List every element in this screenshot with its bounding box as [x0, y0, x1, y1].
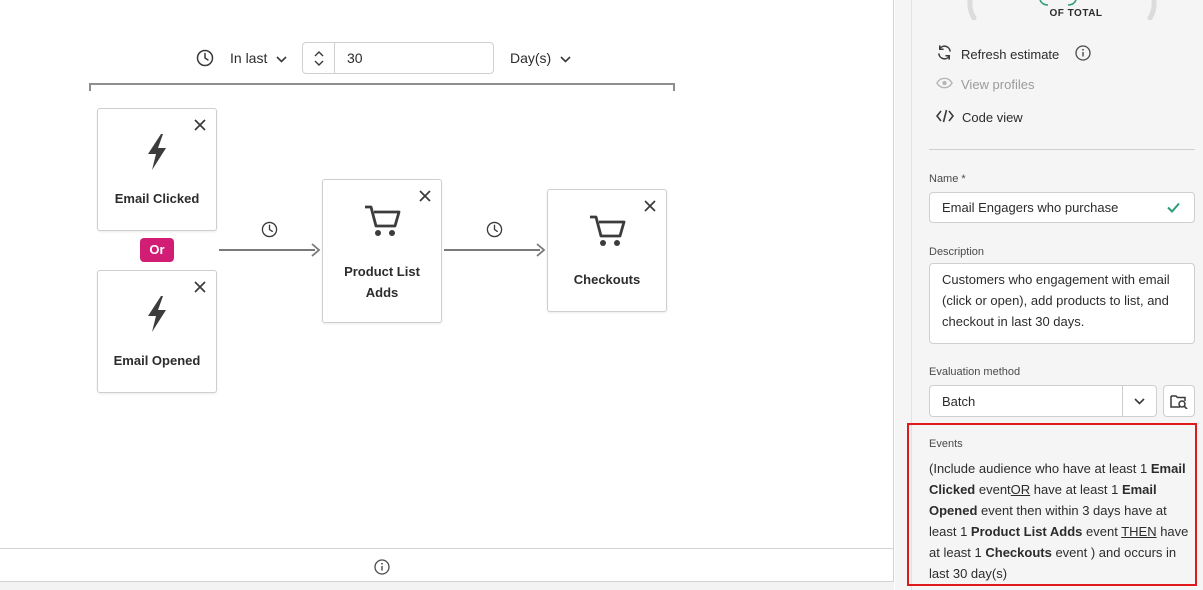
event-card-label-line1: Product List [344, 264, 420, 279]
time-unit-label: Day(s) [510, 50, 552, 66]
event-card-product-list-adds[interactable]: Product List Adds [322, 179, 442, 323]
code-view-button[interactable]: Code view [935, 109, 1023, 126]
events-text-part: (Include audience who have at least 1 [929, 461, 1151, 476]
chevron-down-icon [560, 50, 571, 66]
close-icon[interactable] [643, 199, 657, 213]
close-icon[interactable] [418, 189, 432, 203]
time-unit-picker[interactable]: Day(s) [510, 50, 571, 66]
events-label: Events [929, 438, 963, 450]
gauge-caption: OF TOTAL [1049, 8, 1103, 19]
or-operator-badge[interactable]: Or [140, 238, 174, 262]
events-event-name: Product List Adds [970, 524, 1083, 539]
lightning-icon [98, 295, 216, 338]
clock-icon[interactable] [261, 221, 278, 243]
event-card-label-line2: Adds [365, 285, 399, 300]
view-profiles-label: View profiles [961, 77, 1035, 92]
name-label: Name * [929, 173, 966, 185]
close-icon[interactable] [193, 280, 207, 294]
cart-icon [548, 214, 666, 253]
event-card-label: Email Clicked [114, 191, 200, 206]
event-card-label: Checkouts [573, 272, 641, 287]
canvas-scroll-area [0, 582, 894, 590]
name-value: Email Engagers who purchase [942, 200, 1119, 215]
event-card-email-opened[interactable]: Email Opened [97, 270, 217, 393]
chevron-down-icon[interactable] [1122, 386, 1156, 416]
event-card-email-clicked[interactable]: Email Clicked [97, 108, 217, 231]
cart-icon [323, 204, 441, 243]
arrowhead-icon [311, 243, 321, 257]
refresh-icon [936, 44, 953, 64]
stepper-icon[interactable] [303, 43, 335, 73]
clock-icon [194, 47, 216, 69]
close-icon[interactable] [193, 118, 207, 132]
clock-icon[interactable] [486, 221, 503, 243]
time-mode-label: In last [230, 50, 268, 66]
time-constraint-row: In last [194, 42, 287, 74]
sequence-bracket [89, 83, 675, 91]
view-profiles-button[interactable]: View profiles [936, 77, 1034, 92]
sequence-connector [219, 249, 315, 251]
events-event-name: Checkouts [985, 545, 1052, 560]
description-value: Customers who engagement with email (cli… [942, 272, 1170, 329]
info-icon[interactable] [1075, 45, 1091, 66]
arrowhead-icon [536, 243, 546, 257]
events-description: (Include audience who have at least 1 Em… [929, 458, 1195, 584]
sequence-connector [444, 249, 540, 251]
events-operator: THEN [1121, 524, 1157, 539]
eye-icon [936, 77, 953, 92]
code-icon [935, 109, 955, 126]
events-text-part: have at least 1 [1030, 482, 1122, 497]
evaluation-method-label: Evaluation method [929, 366, 1021, 378]
description-field[interactable]: Customers who engagement with email (cli… [929, 263, 1195, 344]
refresh-estimate-button[interactable]: Refresh estimate [936, 44, 1059, 64]
name-field[interactable]: Email Engagers who purchase [929, 192, 1195, 223]
canvas-footer [0, 548, 894, 582]
sidebar-divider [929, 149, 1195, 150]
evaluation-method-select[interactable]: Batch [929, 385, 1157, 417]
checkmark-icon [1167, 201, 1180, 216]
folder-search-icon[interactable] [1163, 385, 1195, 417]
description-label: Description [929, 246, 985, 258]
chevron-down-icon [276, 50, 287, 66]
info-icon[interactable] [374, 559, 390, 580]
time-value-input[interactable]: 30 [335, 43, 363, 73]
event-card-label: Email Opened [113, 353, 201, 368]
lightning-icon [98, 133, 216, 176]
time-mode-picker[interactable]: In last [230, 50, 287, 66]
code-view-label: Code view [962, 110, 1023, 125]
events-operator: OR [1010, 482, 1031, 497]
events-text-part: event [1082, 524, 1122, 539]
evaluation-method-value: Batch [942, 394, 976, 409]
event-card-checkouts[interactable]: Checkouts [547, 189, 667, 312]
refresh-estimate-label: Refresh estimate [961, 46, 1060, 62]
time-value-stepper[interactable]: 30 [302, 42, 494, 74]
events-text-part: event [975, 482, 1011, 497]
